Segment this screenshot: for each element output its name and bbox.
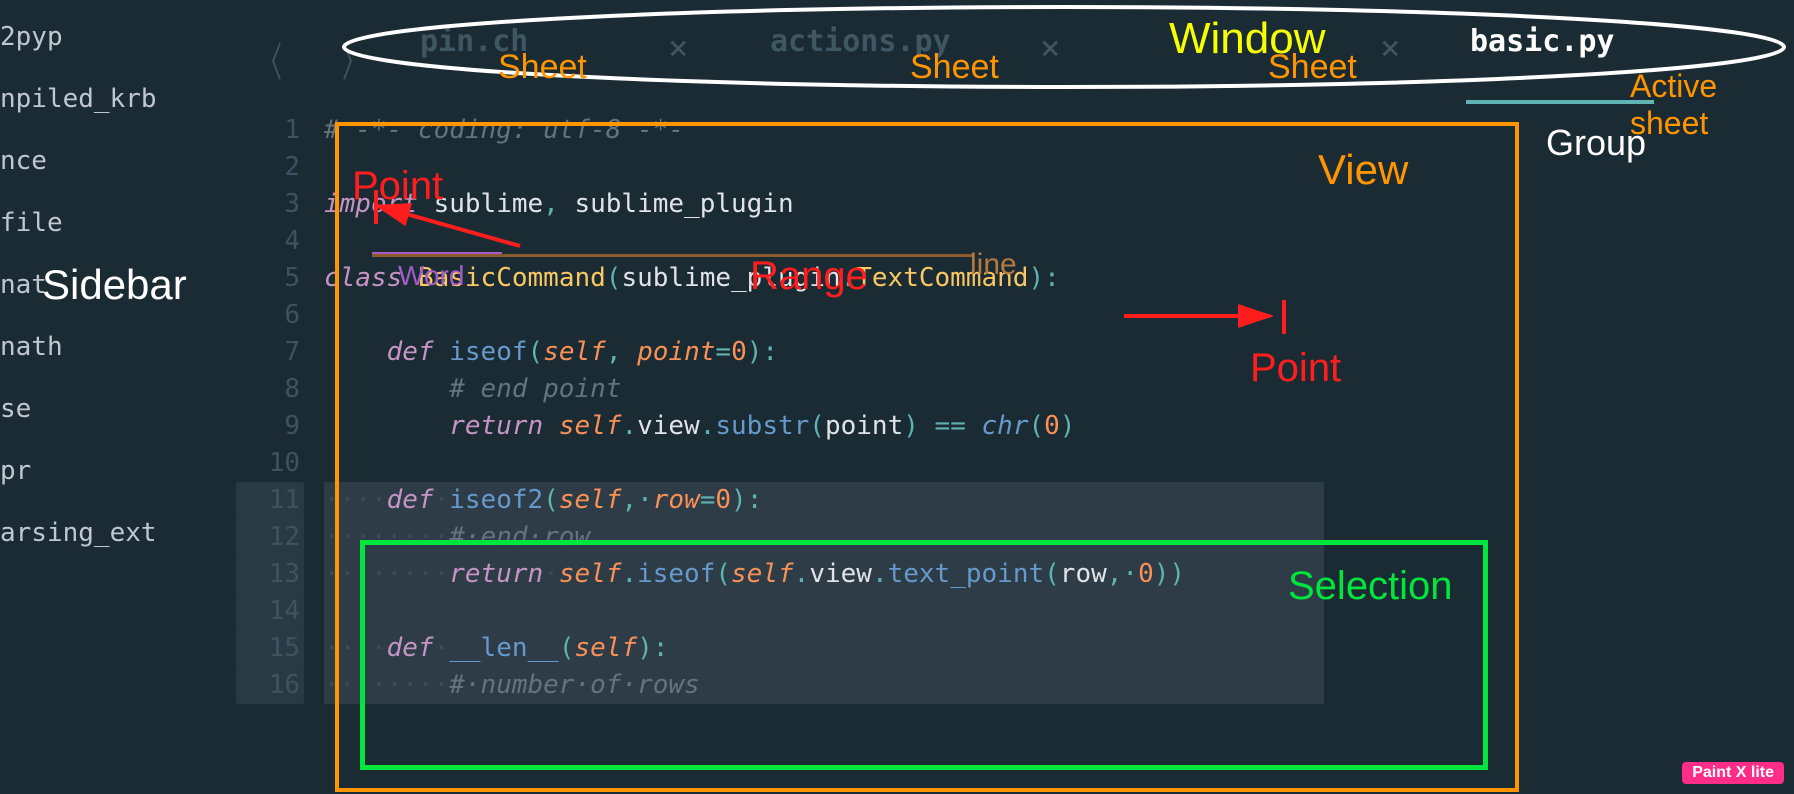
group-label: Group [1546,122,1646,164]
code-line[interactable]: import sublime, sublime_plugin [324,186,1324,223]
tab-actions-py[interactable]: actions.py [770,24,951,59]
code-line[interactable]: ····def·iseof2(self,·row=0): [324,482,1324,519]
code-line[interactable]: # end point [324,371,1324,408]
code-editor-view[interactable]: # -*- coding: utf-8 -*- import sublime, s… [324,112,1324,704]
code-line[interactable]: # -*- coding: utf-8 -*- [324,112,1324,149]
sidebar-item[interactable]: pr [0,440,210,502]
tab-close-icon[interactable]: × [1040,28,1060,68]
sidebar-item[interactable]: npiled_krb [0,68,210,130]
code-line[interactable]: return self.view.substr(point) == chr(0) [324,408,1324,445]
code-line[interactable] [324,297,1324,334]
line-number[interactable]: 16 [236,667,304,704]
line-number[interactable]: 13 [236,556,304,593]
code-line[interactable]: ········#·number·of·rows [324,667,1324,704]
code-line[interactable] [324,445,1324,482]
code-line[interactable]: class BasicCommand(sublime_plugin.TextCo… [324,260,1324,297]
nav-back-icon[interactable]: 〈 [258,30,282,88]
sidebar-item[interactable]: nat [0,254,210,316]
tab-pin-ch[interactable]: pin.ch [420,24,528,59]
line-number[interactable]: 10 [236,445,300,482]
line-number[interactable]: 9 [236,408,300,445]
sidebar-item[interactable]: se [0,378,210,440]
sidebar-item[interactable]: nath [0,316,210,378]
code-line[interactable] [324,223,1324,260]
line-number[interactable]: 5 [236,260,300,297]
watermark-badge: Paint X lite [1682,762,1784,784]
line-number[interactable]: 3 [236,186,300,223]
code-line[interactable] [324,149,1324,186]
tab-basic-py[interactable]: basic.py [1470,24,1615,59]
sidebar-item[interactable]: arsing_ext [0,502,210,564]
line-number[interactable]: 4 [236,223,300,260]
code-line[interactable]: def iseof(self, point=0): [324,334,1324,371]
code-line[interactable]: ········#·end·row [324,519,1324,556]
line-number[interactable]: 8 [236,371,300,408]
line-number[interactable]: 11 [236,482,304,519]
tab-close-icon[interactable]: × [1380,28,1400,68]
active-sheet-label: Active sheet [1630,68,1794,142]
line-number[interactable]: 6 [236,297,300,334]
line-number[interactable]: 1 [236,112,300,149]
code-line[interactable] [324,593,1324,630]
line-number[interactable]: 15 [236,630,304,667]
sidebar-item-label: file [0,208,63,238]
line-number[interactable]: 7 [236,334,300,371]
code-line[interactable]: ········return·self.iseof(self.view.text… [324,556,1324,593]
tab-bar: 〈 〉 pin.ch × actions.py × × basic.py [210,0,1794,72]
code-line[interactable]: ····def·__len__(self): [324,630,1324,667]
nav-forward-icon[interactable]: 〉 [342,30,366,88]
sidebar-item[interactable]: 2pyp [0,6,210,68]
view-label: View [1318,146,1408,194]
line-number[interactable]: 14 [236,593,304,630]
line-number-gutter[interactable]: 12345678910111213141516 [236,112,300,704]
sidebar[interactable]: 2pyp npiled_krb nce file nat nath se pr … [0,0,210,794]
line-number[interactable]: 2 [236,149,300,186]
sidebar-item[interactable]: nce [0,130,210,192]
sidebar-item[interactable]: file [0,192,210,254]
active-tab-underline [1466,100,1654,104]
tab-close-icon[interactable]: × [668,28,688,68]
line-number[interactable]: 12 [236,519,304,556]
